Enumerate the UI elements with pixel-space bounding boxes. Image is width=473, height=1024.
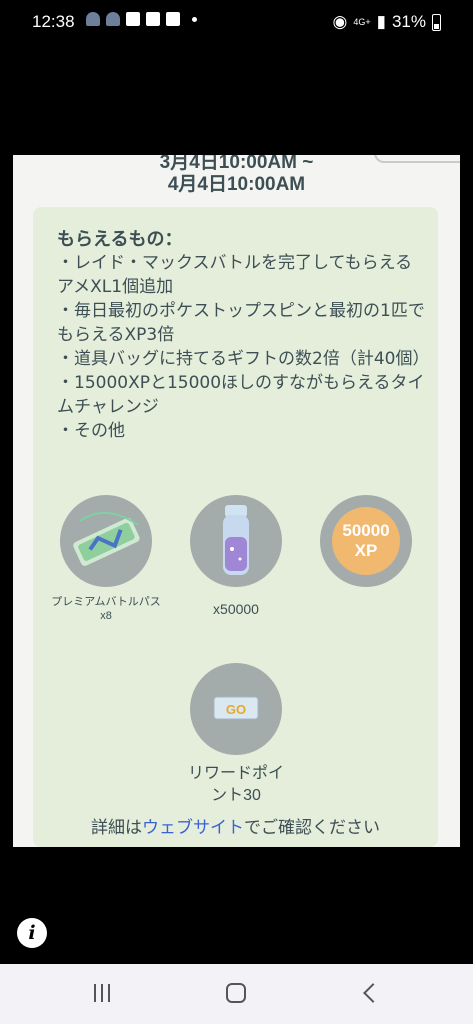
event-end-date: 4月4日10:00AM bbox=[167, 174, 306, 195]
person-icon bbox=[86, 12, 100, 26]
person-icon bbox=[106, 12, 120, 26]
more-notifications-dot bbox=[192, 16, 197, 22]
recents-icon bbox=[94, 984, 96, 1002]
back-button[interactable] bbox=[352, 978, 392, 1008]
status-bar: 12:38 ◉ 4G+ ▮ 31% bbox=[0, 0, 473, 44]
xp-badge: 50000 XP bbox=[332, 507, 400, 575]
close-button[interactable] bbox=[374, 155, 460, 163]
home-button[interactable] bbox=[216, 978, 256, 1008]
recents-icon bbox=[108, 984, 110, 1002]
battery-icon bbox=[432, 13, 441, 31]
list-item: ・15000XPと15000ほしのすながもらえるタイムチャレンジ bbox=[57, 373, 425, 417]
xp-amount: 50000 bbox=[342, 521, 390, 540]
premium-pass-qty: x8 bbox=[100, 610, 112, 622]
details-note: 詳細はウェブサイトでご確認ください bbox=[33, 813, 438, 838]
stardust-qty: x50000 bbox=[213, 601, 259, 617]
battery-percent: 31% bbox=[391, 12, 426, 31]
rewards-panel: もらえるもの： ・レイド・マックスバトルを完了してもらえるアメXL1個追加 ・毎… bbox=[33, 207, 438, 847]
reward-points-line2: ント30 bbox=[211, 787, 261, 804]
list-item: ・その他 bbox=[57, 421, 125, 441]
grid-icon bbox=[146, 12, 160, 26]
back-icon bbox=[363, 983, 383, 1003]
go-ticket-icon: GO bbox=[213, 696, 259, 720]
notification-icons bbox=[86, 12, 197, 26]
app-notification-icon bbox=[126, 12, 140, 26]
rewards-title: もらえるもの： bbox=[57, 229, 183, 250]
website-link[interactable]: ウェブサイト bbox=[142, 818, 244, 838]
premium-battle-pass-item[interactable] bbox=[60, 495, 152, 587]
stardust-item[interactable] bbox=[190, 495, 282, 587]
info-button[interactable]: i bbox=[17, 918, 47, 948]
recents-button[interactable] bbox=[82, 978, 122, 1008]
premium-pass-name: プレミアムバトルパス bbox=[51, 596, 161, 608]
premium-pass-label: プレミアムバトルパス x8 bbox=[37, 595, 175, 623]
xp-unit: XP bbox=[354, 541, 378, 560]
details-suffix: でご確認ください bbox=[244, 818, 380, 838]
news-icon bbox=[166, 12, 180, 26]
reward-points-label: リワードポイ ント30 bbox=[170, 763, 302, 807]
list-item: ・毎日最初のポケストップスピンと最初の1匹でもらえるXP3倍 bbox=[57, 301, 425, 345]
network-type: 4G+ bbox=[353, 16, 371, 27]
navigation-bar bbox=[0, 964, 473, 1024]
details-prefix: 詳細は bbox=[91, 818, 142, 838]
battle-pass-icon bbox=[73, 511, 140, 566]
system-icons: ◉ 4G+ ▮ 31% bbox=[332, 12, 441, 32]
signal-icon: ▮ bbox=[376, 12, 386, 31]
list-item: ・レイド・マックスバトルを完了してもらえるアメXL1個追加 bbox=[57, 253, 413, 297]
reward-points-item[interactable]: GO bbox=[190, 663, 282, 755]
go-ticket-text: GO bbox=[226, 702, 246, 717]
rewards-list: ・レイド・マックスバトルを完了してもらえるアメXL1個追加 ・毎日最初のポケスト… bbox=[57, 251, 430, 443]
status-time: 12:38 bbox=[32, 12, 75, 31]
hotspot-icon: ◉ bbox=[332, 12, 348, 31]
stardust-bottle-icon bbox=[223, 505, 249, 575]
event-card: 3月4日10:00AM ~ 4月4日10:00AM もらえるもの： ・レイド・マ… bbox=[13, 155, 460, 847]
list-item: ・道具バッグに持てるギフトの数2倍（計40個） bbox=[57, 349, 430, 369]
xp-item[interactable]: 50000 XP bbox=[320, 495, 412, 587]
recents-icon bbox=[101, 984, 103, 1002]
reward-points-line1: リワードポイ bbox=[187, 765, 284, 782]
home-icon bbox=[226, 983, 246, 1003]
